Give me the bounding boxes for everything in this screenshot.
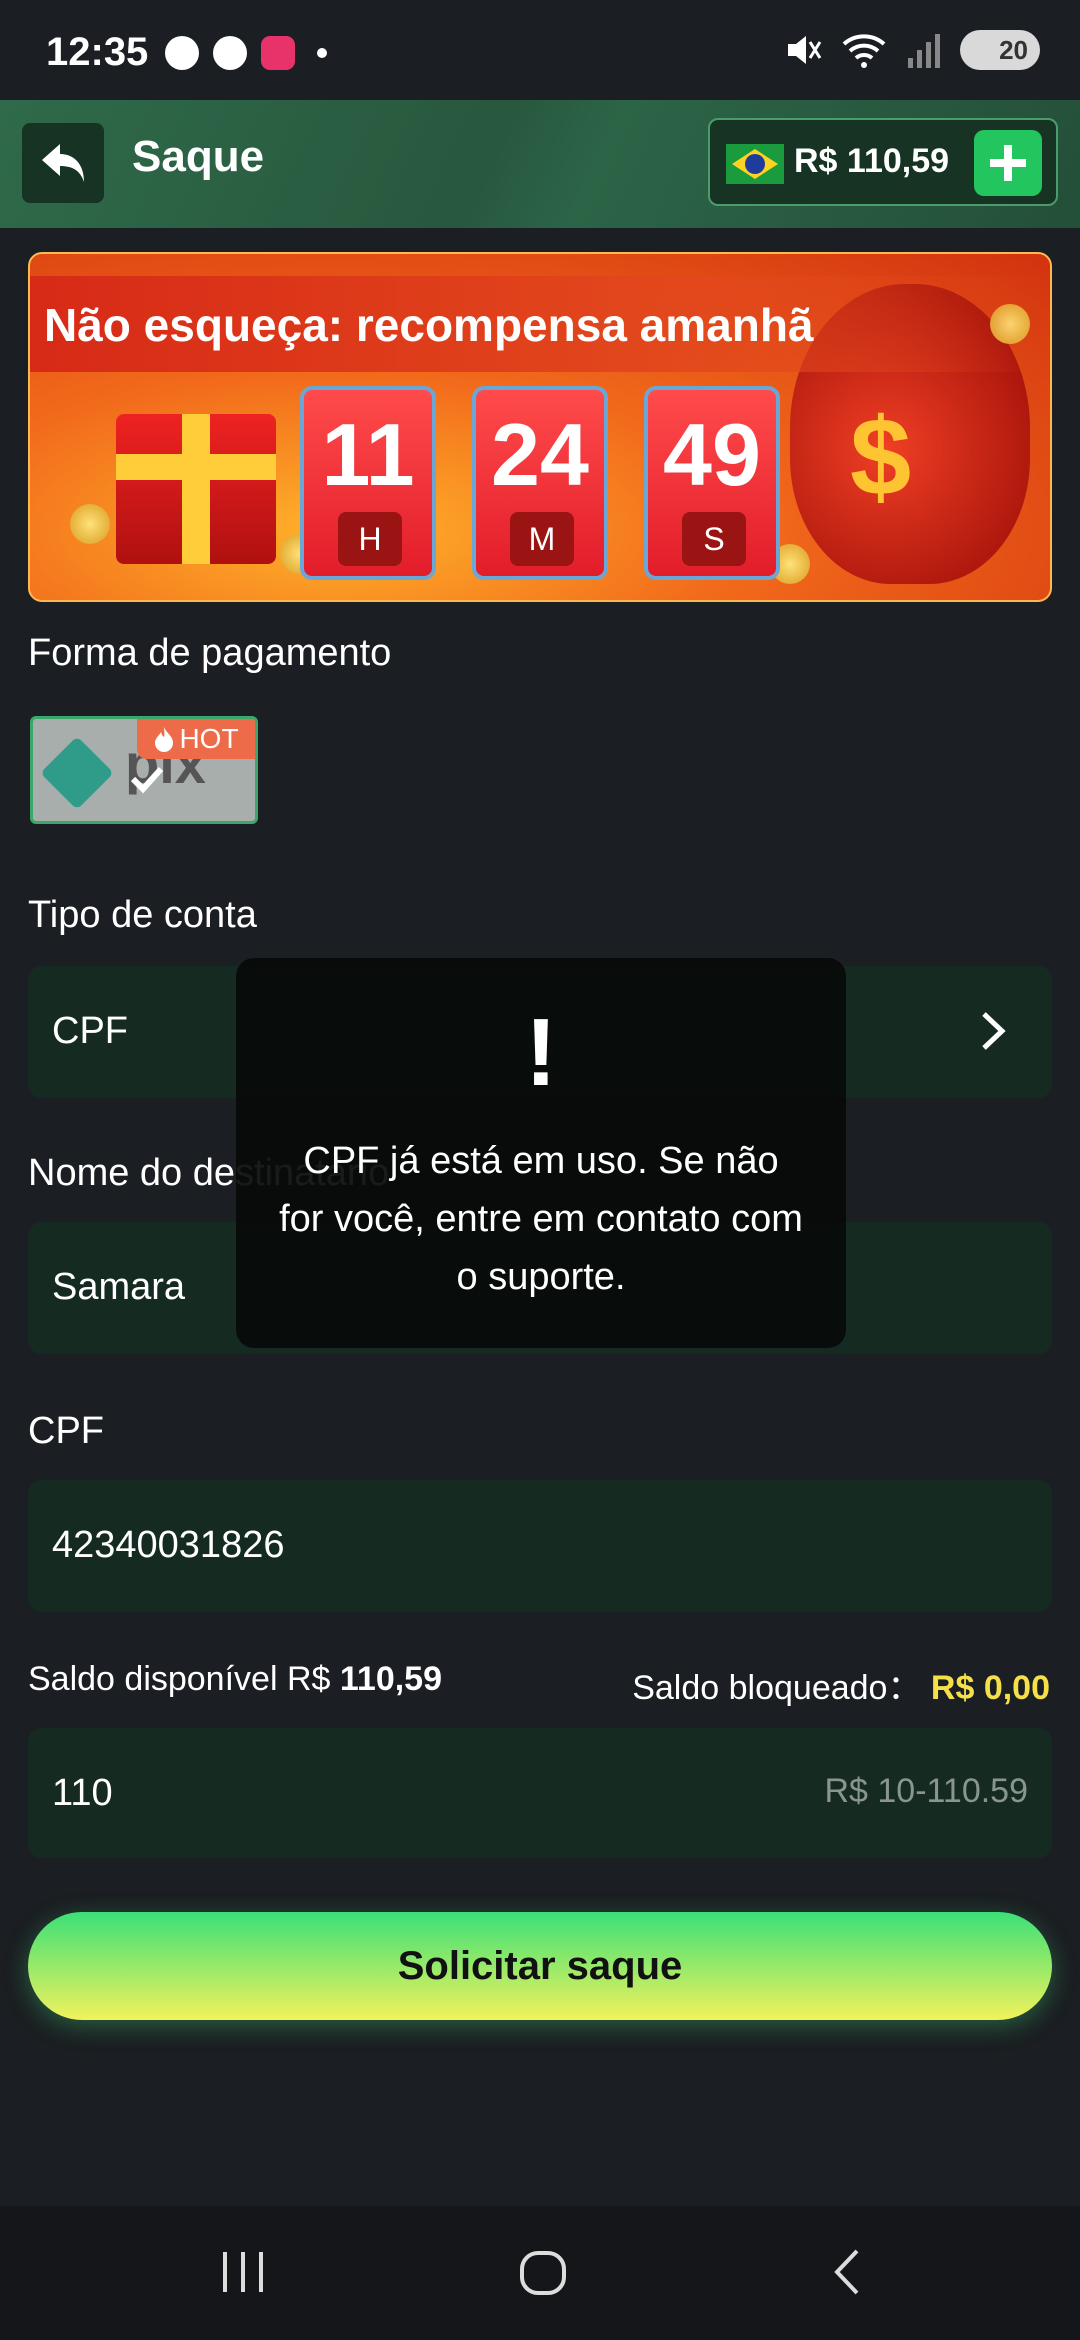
countdown-value: 49 [663,405,761,504]
withdraw-range-hint: R$ 10-110.59 [824,1772,1028,1810]
wifi-icon [842,34,886,68]
countdown-minutes: 24 M [472,386,608,580]
recent-apps-icon [223,2252,263,2292]
blocked-balance-label: Saldo bloqueado： [632,1669,922,1707]
system-nav-bar [0,2206,1080,2340]
account-type-label: Tipo de conta [28,894,257,936]
blocked-balance-value: R$ 0,00 [930,1669,1050,1707]
mute-icon [788,36,822,64]
payment-method-label: Forma de pagamento [28,632,392,674]
app-header: Saque R$ 110,59 [0,100,1080,228]
countdown-unit: H [338,512,402,566]
countdown-hours: 11 H [300,386,436,580]
header-balance: R$ 110,59 [794,142,950,180]
hot-badge: HOT [137,719,255,759]
signal-icon [908,34,940,68]
status-time: 12:35 [46,30,149,74]
banner-title: Não esqueça: recompensa amanhã [44,299,814,351]
balance-widget: R$ 110,59 [708,118,1058,206]
pix-payment-option[interactable]: pix HOT [30,716,258,824]
plus-icon [990,145,1026,181]
notification-icons [165,36,327,70]
blocked-balance: Saldo bloqueado： R$ 0,00 [632,1660,1050,1709]
home-button[interactable] [508,2242,578,2302]
brazil-flag-icon [726,144,784,184]
chevron-right-icon [982,1012,1006,1050]
home-icon [520,2251,566,2295]
recipient-name-value: Samara [52,1266,186,1308]
check-icon [130,766,164,794]
withdraw-amount-field[interactable]: 110 R$ 10-110.59 [28,1728,1052,1858]
account-type-value: CPF [52,1010,128,1052]
battery-level: 20 [999,34,1028,65]
available-balance-label: Saldo disponível R$ [28,1660,331,1698]
fire-icon [155,727,174,752]
available-balance-value: 110,59 [339,1660,442,1698]
back-nav-button[interactable] [812,2242,882,2302]
exclamation-icon: ! [525,999,557,1106]
coin-image [70,504,110,544]
system-icons: 20 [782,30,1040,70]
cpf-field[interactable]: 42340031826 [28,1480,1052,1612]
cpf-value: 42340031826 [52,1524,285,1566]
back-button[interactable] [22,123,104,203]
hot-badge-text: HOT [179,723,239,754]
available-balance: Saldo disponível R$ 110,59 [28,1660,442,1699]
withdraw-amount-value: 110 [52,1772,113,1814]
toast-message: CPF já está em uso. Se não for você, ent… [279,1140,803,1298]
countdown-value: 11 [321,405,415,504]
page-title: Saque [132,132,265,181]
messenger-icon [213,36,247,70]
countdown-unit: S [682,512,746,566]
error-toast: ! CPF já está em uso. Se não for você, e… [236,958,846,1348]
pix-logo-icon [40,736,114,810]
more-notifications-dot [317,48,327,58]
countdown-value: 24 [491,405,589,504]
status-bar: 12:35 20 [0,0,1080,100]
deposit-plus-button[interactable] [974,130,1042,196]
recent-apps-button[interactable] [208,2242,278,2302]
request-withdraw-button[interactable]: Solicitar saque [28,1912,1052,2020]
back-arrow-icon [42,144,84,182]
gift-box-image [116,414,276,564]
facebook-icon [165,36,199,70]
reward-banner[interactable]: $ Não esqueça: recompensa amanhã 11 H 24… [28,252,1052,602]
back-chevron-icon [834,2249,859,2295]
shopping-bag-icon [261,36,295,70]
countdown-seconds: 49 S [644,386,780,580]
cpf-label: CPF [28,1410,104,1452]
countdown-unit: M [510,512,574,566]
battery-icon: 20 [960,30,1040,70]
